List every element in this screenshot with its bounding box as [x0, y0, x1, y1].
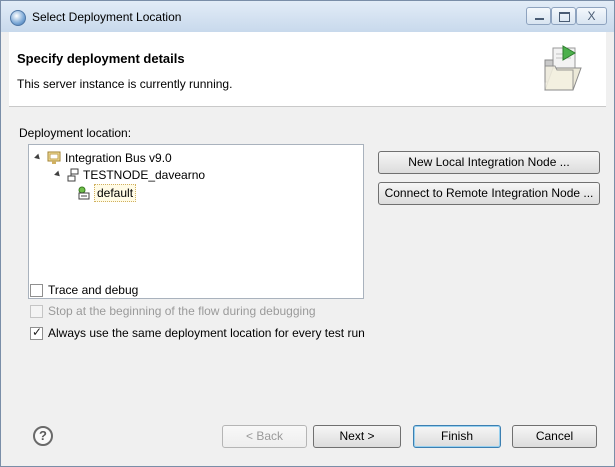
integration-server-icon	[78, 186, 90, 200]
integration-bus-icon	[47, 151, 61, 164]
help-icon[interactable]: ?	[33, 426, 53, 446]
finish-button[interactable]: Finish	[413, 425, 501, 448]
trace-debug-label[interactable]: Trace and debug	[48, 283, 138, 297]
dialog-window: Select Deployment Location X Specify dep…	[0, 0, 615, 467]
page-description: This server instance is currently runnin…	[17, 77, 233, 91]
same-location-checkbox[interactable]	[30, 325, 43, 340]
expand-arrow-icon[interactable]	[34, 153, 42, 162]
cancel-button[interactable]: Cancel	[512, 425, 597, 448]
page-title: Specify deployment details	[17, 51, 185, 66]
app-icon	[10, 10, 26, 26]
stop-at-beginning-checkbox	[30, 305, 43, 318]
wizard-header: Specify deployment details This server i…	[9, 32, 606, 107]
deployment-location-label: Deployment location:	[19, 126, 132, 140]
content-area: Deployment location: Integration Bus v9.…	[9, 107, 606, 387]
new-local-node-button[interactable]: New Local Integration Node ...	[378, 151, 600, 174]
expand-arrow-icon[interactable]	[54, 170, 62, 179]
deployment-tree[interactable]: Integration Bus v9.0 TESTNODE_davearno d…	[28, 144, 364, 299]
close-icon: X	[587, 9, 596, 23]
trace-debug-checkbox[interactable]	[30, 284, 43, 297]
title-bar[interactable]: Select Deployment Location X	[1, 1, 614, 32]
connect-remote-node-button[interactable]: Connect to Remote Integration Node ...	[378, 182, 600, 205]
close-button[interactable]: X	[576, 7, 607, 25]
window-title: Select Deployment Location	[32, 10, 182, 24]
maximize-button[interactable]	[551, 7, 576, 25]
stop-at-beginning-label: Stop at the beginning of the flow during…	[48, 304, 316, 318]
tree-label: default	[94, 184, 137, 202]
tree-label: Integration Bus v9.0	[65, 151, 172, 165]
back-button: < Back	[222, 425, 307, 448]
deploy-wizard-icon	[544, 45, 582, 91]
next-button[interactable]: Next >	[313, 425, 401, 448]
integration-node-icon	[67, 168, 79, 182]
tree-label: TESTNODE_davearno	[83, 168, 206, 182]
button-bar: ? < Back Next > Finish Cancel	[9, 411, 606, 459]
minimize-button[interactable]	[526, 7, 551, 25]
same-location-label[interactable]: Always use the same deployment location …	[48, 326, 365, 340]
